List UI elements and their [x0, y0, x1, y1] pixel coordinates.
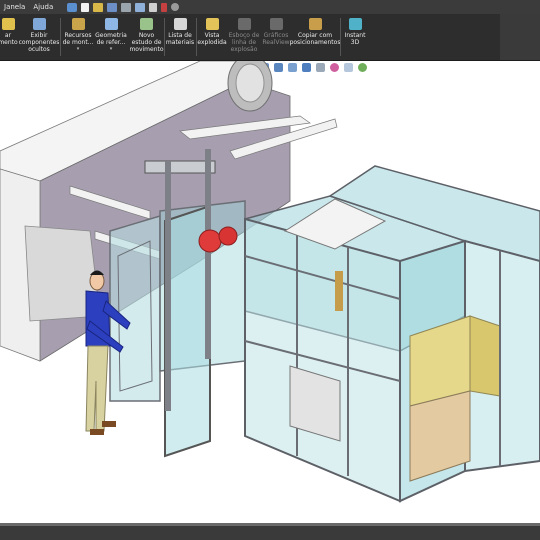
- quick-access-toolbar: [67, 2, 180, 12]
- task-pane-tab-area: [500, 14, 540, 60]
- reference-geometry-icon: [104, 18, 118, 30]
- select-arrow-icon[interactable]: [149, 2, 158, 12]
- home-icon[interactable]: [67, 2, 78, 12]
- menu-bar: Janela Ajuda: [0, 0, 540, 14]
- assembly-model-3d: [0, 61, 540, 503]
- red-motor: [198, 229, 222, 253]
- ribbon-label: Exibir componentes ocultos: [18, 32, 60, 53]
- command-manager-ribbon: ar mento Exibir componentes ocultos Recu…: [0, 14, 540, 61]
- ribbon-exploded-view[interactable]: Vista explodida: [197, 18, 227, 46]
- ribbon-show-hidden-components[interactable]: Exibir componentes ocultos: [19, 18, 59, 53]
- ribbon-label: Vista explodida: [197, 32, 227, 46]
- ribbon-edit-component[interactable]: ar mento: [0, 18, 18, 46]
- ribbon-separator: [60, 18, 61, 56]
- menu-janela[interactable]: Janela: [0, 0, 29, 14]
- ribbon-copy-with-mates[interactable]: Copiar com posicionamentos: [289, 18, 341, 46]
- realview-icon: [269, 18, 283, 30]
- instant-3d-icon: [348, 18, 362, 30]
- new-document-icon[interactable]: [81, 2, 90, 12]
- print-icon[interactable]: [121, 2, 132, 12]
- explode-line-icon: [237, 18, 251, 30]
- edit-component-icon: [1, 18, 15, 30]
- menu-ajuda[interactable]: Ajuda: [29, 0, 57, 14]
- ribbon-label: ar mento: [0, 32, 18, 46]
- show-hidden-icon: [32, 18, 46, 30]
- ribbon-explode-line-sketch[interactable]: Esboço de linha de explosão: [228, 18, 260, 53]
- copy-mates-icon: [308, 18, 322, 30]
- save-icon[interactable]: [107, 2, 118, 12]
- ribbon-label: Gráficos RealView: [262, 32, 290, 46]
- status-bar: [0, 523, 540, 540]
- ribbon-separator: [164, 18, 165, 56]
- ribbon-assembly-features[interactable]: Recursos de mont... ▾: [63, 18, 93, 53]
- ribbon-label: Copiar com posicionamentos: [289, 32, 341, 46]
- ribbon-realview-graphics[interactable]: Gráficos RealView: [262, 18, 290, 46]
- undo-icon[interactable]: [135, 2, 146, 12]
- rebuild-traffic-light-icon[interactable]: [161, 2, 168, 12]
- ribbon-bill-of-materials[interactable]: Lista de materiais: [166, 18, 194, 46]
- ribbon-new-motion-study[interactable]: Novo estudo de movimento: [129, 18, 164, 53]
- ribbon-label: Recursos de mont...: [62, 32, 94, 46]
- ribbon-label: Lista de materiais: [165, 32, 195, 46]
- open-folder-icon[interactable]: [93, 2, 104, 12]
- graphics-area[interactable]: [0, 61, 540, 523]
- assembly-features-icon: [71, 18, 85, 30]
- exploded-view-icon: [205, 18, 219, 30]
- ribbon-reference-geometry[interactable]: Geometria de refer... ▾: [95, 18, 127, 53]
- ribbon-label: Esboço de linha de explosão: [228, 32, 260, 53]
- red-motor: [218, 226, 238, 246]
- ribbon-instant-3d[interactable]: Instant 3D: [343, 18, 367, 46]
- bill-of-materials-icon: [173, 18, 187, 30]
- ribbon-label: Geometria de refer...: [95, 32, 127, 46]
- ribbon-label: Instant 3D: [344, 32, 366, 46]
- motion-study-icon: [140, 18, 153, 30]
- ribbon-label: Novo estudo de movimento: [129, 32, 164, 53]
- options-gear-icon[interactable]: [171, 3, 180, 11]
- drum-end-inner: [235, 63, 265, 103]
- chevron-down-icon[interactable]: ▾: [110, 46, 113, 53]
- chevron-down-icon[interactable]: ▾: [77, 46, 80, 53]
- ribbon-separator: [340, 18, 341, 56]
